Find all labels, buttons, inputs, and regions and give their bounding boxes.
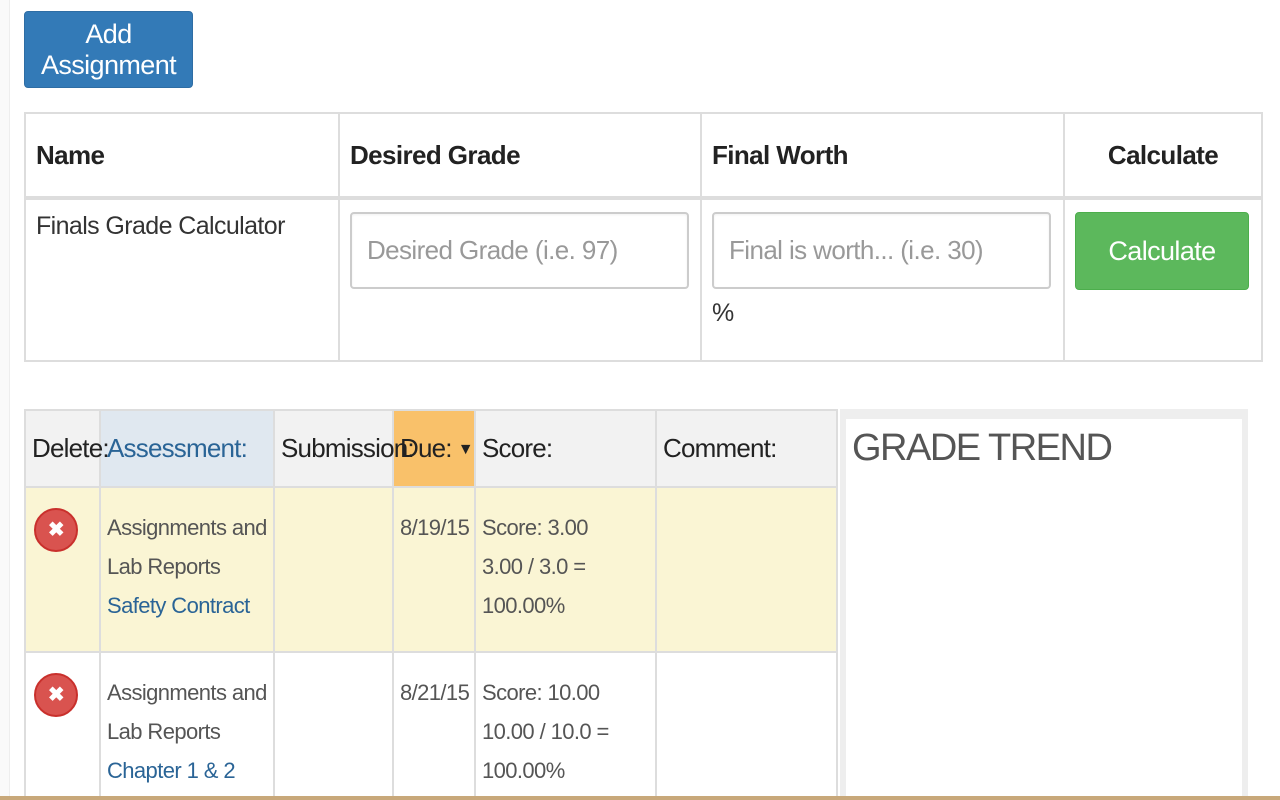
grades-header-row: Delete: Assessment: Submission: Due: ▼ Sc… (24, 409, 838, 488)
grade-trend-chart-area: GRADE TREND (846, 419, 1242, 800)
due-cell: 8/19/15 (392, 486, 476, 653)
desired-grade-input[interactable] (350, 212, 689, 289)
left-edge (0, 0, 10, 800)
assessment-link[interactable]: Safety Contract (107, 586, 267, 625)
assessment-link[interactable]: Chapter 1 & 2 (107, 751, 267, 790)
delete-cell: ✖ (24, 486, 101, 653)
table-row: ✖ Assignments and Lab Reports Chapter 1 … (24, 651, 838, 800)
assessment-category: Assignments and Lab Reports (107, 680, 267, 744)
score-cell: Score: 10.00 10.00 / 10.0 = 100.00% (474, 651, 657, 800)
header-due[interactable]: Due: ▼ (392, 409, 476, 488)
desired-grade-cell (338, 197, 702, 362)
calculator-name-cell: Finals Grade Calculator (24, 197, 340, 362)
score-detail: 3.00 / 3.0 = 100.00% (482, 554, 586, 618)
delete-icon[interactable]: ✖ (34, 673, 78, 717)
score-cell: Score: 3.00 3.00 / 3.0 = 100.00% (474, 486, 657, 653)
calculate-cell: Calculate (1063, 197, 1263, 362)
header-assessment[interactable]: Assessment: (99, 409, 275, 488)
header-name: Name (24, 112, 340, 200)
calculator-header-row: Name Desired Grade Final Worth Calculate (24, 112, 1263, 200)
header-submission[interactable]: Submission: (273, 409, 415, 488)
grade-trend-title: GRADE TREND (852, 427, 1113, 469)
calculate-button[interactable]: Calculate (1075, 212, 1249, 290)
header-due-label: Due: (400, 433, 453, 463)
add-assignment-button[interactable]: Add Assignment (24, 11, 193, 88)
sort-down-icon: ▼ (457, 441, 474, 459)
header-desired-grade: Desired Grade (338, 112, 702, 200)
finals-calculator-table: Name Desired Grade Final Worth Calculate… (24, 112, 1263, 362)
final-worth-cell: % (700, 197, 1065, 362)
header-final-worth: Final Worth (700, 112, 1065, 200)
submission-cell (273, 486, 394, 653)
score-value: Score: 10.00 (482, 680, 600, 705)
table-row: ✖ Assignments and Lab Reports Safety Con… (24, 486, 838, 653)
bottom-edge (0, 796, 1280, 800)
assessment-cell: Assignments and Lab Reports Safety Contr… (99, 486, 275, 653)
percent-label: % (712, 299, 734, 327)
calculator-row: Finals Grade Calculator % Calculate (24, 197, 1263, 362)
calculator-name: Finals Grade Calculator (36, 212, 285, 240)
delete-cell: ✖ (24, 651, 101, 800)
final-worth-input[interactable] (712, 212, 1051, 289)
comment-cell (655, 486, 838, 653)
score-value: Score: 3.00 (482, 515, 589, 540)
assessment-category: Assignments and Lab Reports (107, 515, 267, 579)
page: Add Assignment Name Desired Grade Final … (0, 0, 1280, 800)
header-score[interactable]: Score: (474, 409, 657, 488)
grades-table: Delete: Assessment: Submission: Due: ▼ Sc… (24, 409, 838, 800)
header-comment[interactable]: Comment: (655, 409, 838, 488)
score-detail: 10.00 / 10.0 = 100.00% (482, 719, 609, 783)
assessment-cell: Assignments and Lab Reports Chapter 1 & … (99, 651, 275, 800)
delete-icon[interactable]: ✖ (34, 508, 78, 552)
comment-cell (655, 651, 838, 800)
header-calculate: Calculate (1063, 112, 1263, 200)
header-delete: Delete: (24, 409, 110, 488)
submission-cell (273, 651, 394, 800)
grade-trend-panel: GRADE TREND (840, 409, 1248, 800)
due-cell: 8/21/15 (392, 651, 476, 800)
